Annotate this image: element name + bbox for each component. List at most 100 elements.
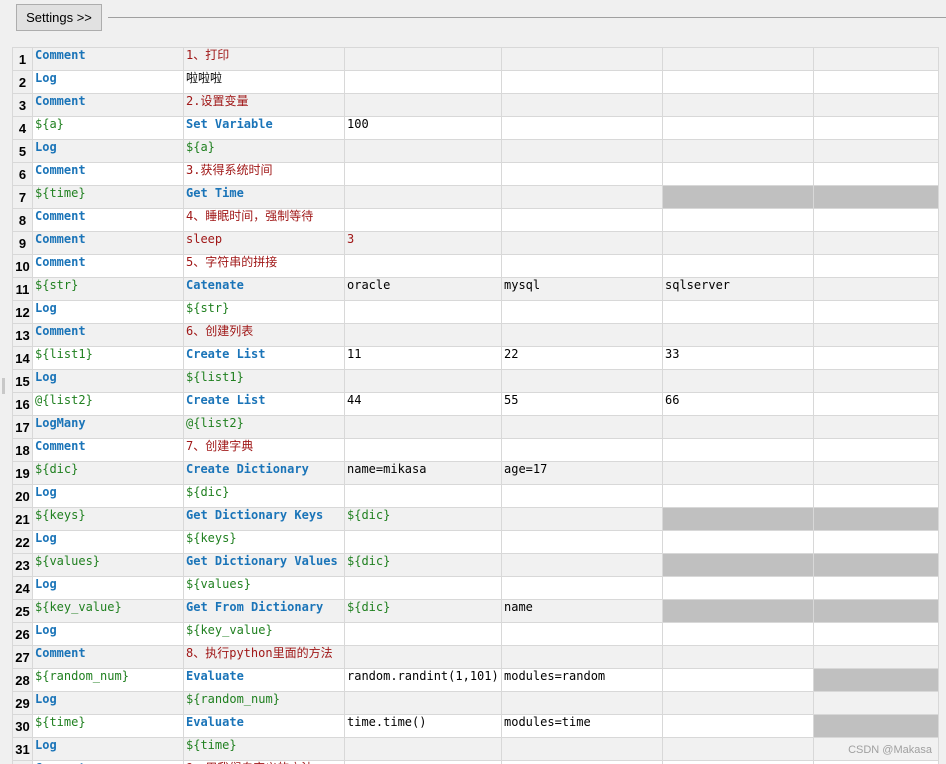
grid-cell[interactable]: ${a}	[183, 139, 345, 163]
grid-cell[interactable]	[501, 415, 663, 439]
grid-cell[interactable]	[813, 599, 939, 623]
grid-cell[interactable]	[344, 415, 502, 439]
grid-cell[interactable]	[344, 622, 502, 646]
grid-cell[interactable]: Create List	[183, 346, 345, 370]
grid-cell[interactable]	[813, 484, 939, 508]
grid-cell[interactable]	[501, 93, 663, 117]
grid-cell[interactable]: Log	[32, 576, 184, 600]
grid-cell[interactable]	[662, 737, 814, 761]
grid-cell[interactable]	[813, 576, 939, 600]
row-number[interactable]: 13	[12, 323, 33, 347]
grid-cell[interactable]	[813, 507, 939, 531]
grid-cell[interactable]	[501, 300, 663, 324]
grid-cell[interactable]	[501, 507, 663, 531]
grid-cell[interactable]	[501, 162, 663, 186]
grid-cell[interactable]	[344, 70, 502, 94]
grid-cell[interactable]: Set Variable	[183, 116, 345, 140]
grid-cell[interactable]: 22	[501, 346, 663, 370]
row-number[interactable]: 20	[12, 484, 33, 508]
grid-cell[interactable]	[662, 70, 814, 94]
grid-cell[interactable]	[662, 116, 814, 140]
grid-cell[interactable]	[344, 760, 502, 764]
grid-cell[interactable]	[501, 254, 663, 278]
grid-cell[interactable]: ${time}	[183, 737, 345, 761]
left-splitter[interactable]	[0, 38, 9, 764]
grid-cell[interactable]	[344, 530, 502, 554]
grid-cell[interactable]: 2.设置变量	[183, 93, 345, 117]
grid-cell[interactable]	[662, 691, 814, 715]
row-number[interactable]: 2	[12, 70, 33, 94]
grid-cell[interactable]: Log	[32, 622, 184, 646]
grid-cell[interactable]: name	[501, 599, 663, 623]
grid-cell[interactable]	[501, 484, 663, 508]
grid-cell[interactable]: 8、执行python里面的方法	[183, 645, 345, 669]
grid-cell[interactable]	[813, 622, 939, 646]
grid-cell[interactable]: Comment	[32, 208, 184, 232]
grid-cell[interactable]: Get From Dictionary	[183, 599, 345, 623]
grid-cell[interactable]	[501, 576, 663, 600]
grid-cell[interactable]	[813, 323, 939, 347]
row-number[interactable]: 6	[12, 162, 33, 186]
grid-cell[interactable]: ${list1}	[32, 346, 184, 370]
grid-cell[interactable]	[501, 691, 663, 715]
grid-cell[interactable]	[813, 93, 939, 117]
row-number[interactable]: 4	[12, 116, 33, 140]
grid-cell[interactable]	[501, 369, 663, 393]
grid-cell[interactable]: time.time()	[344, 714, 502, 738]
grid-cell[interactable]: 100	[344, 116, 502, 140]
grid-cell[interactable]: ${key_value}	[32, 599, 184, 623]
grid-cell[interactable]: ${values}	[183, 576, 345, 600]
grid-cell[interactable]: 55	[501, 392, 663, 416]
splitter-handle[interactable]	[2, 378, 5, 394]
grid-cell[interactable]	[813, 553, 939, 577]
row-number[interactable]: 18	[12, 438, 33, 462]
grid-cell[interactable]: ${dic}	[344, 553, 502, 577]
grid-cell[interactable]	[662, 461, 814, 485]
grid-cell[interactable]: Comment	[32, 323, 184, 347]
grid-cell[interactable]	[501, 645, 663, 669]
grid-cell[interactable]	[662, 323, 814, 347]
grid-cell[interactable]: modules=time	[501, 714, 663, 738]
grid-cell[interactable]: 3.获得系统时间	[183, 162, 345, 186]
grid-cell[interactable]	[813, 116, 939, 140]
grid-cell[interactable]	[662, 714, 814, 738]
row-number[interactable]: 22	[12, 530, 33, 554]
row-number[interactable]: 9	[12, 231, 33, 255]
grid-cell[interactable]: 44	[344, 392, 502, 416]
grid-cell[interactable]: ${dic}	[183, 484, 345, 508]
grid-cell[interactable]: Log	[32, 484, 184, 508]
grid-cell[interactable]	[813, 231, 939, 255]
grid-cell[interactable]: 33	[662, 346, 814, 370]
row-number[interactable]: 30	[12, 714, 33, 738]
grid-cell[interactable]	[813, 392, 939, 416]
grid-cell[interactable]: 4、睡眠时间，强制等待	[183, 208, 345, 232]
grid-cell[interactable]: Create List	[183, 392, 345, 416]
grid-cell[interactable]: 3	[344, 231, 502, 255]
grid-cell[interactable]	[344, 576, 502, 600]
grid-cell[interactable]	[662, 760, 814, 764]
grid-cell[interactable]: Get Time	[183, 185, 345, 209]
grid-cell[interactable]: Comment	[32, 93, 184, 117]
grid-cell[interactable]: sqlserver	[662, 277, 814, 301]
grid-cell[interactable]: ${str}	[183, 300, 345, 324]
grid-cell[interactable]: Get Dictionary Values	[183, 553, 345, 577]
grid-cell[interactable]	[813, 346, 939, 370]
grid-cell[interactable]	[501, 438, 663, 462]
grid-cell[interactable]: 1、打印	[183, 47, 345, 71]
grid-cell[interactable]	[662, 254, 814, 278]
grid-cell[interactable]: Create Dictionary	[183, 461, 345, 485]
row-number[interactable]: 32	[12, 760, 33, 764]
grid-cell[interactable]	[501, 116, 663, 140]
grid-cell[interactable]	[662, 369, 814, 393]
grid-cell[interactable]	[501, 530, 663, 554]
grid-cell[interactable]	[662, 599, 814, 623]
grid-cell[interactable]: 6、创建列表	[183, 323, 345, 347]
grid-cell[interactable]	[344, 323, 502, 347]
grid-cell[interactable]	[813, 691, 939, 715]
grid-cell[interactable]: oracle	[344, 277, 502, 301]
grid-cell[interactable]	[813, 139, 939, 163]
grid-cell[interactable]	[813, 668, 939, 692]
grid-cell[interactable]: Log	[32, 737, 184, 761]
row-number[interactable]: 21	[12, 507, 33, 531]
grid-cell[interactable]	[813, 162, 939, 186]
